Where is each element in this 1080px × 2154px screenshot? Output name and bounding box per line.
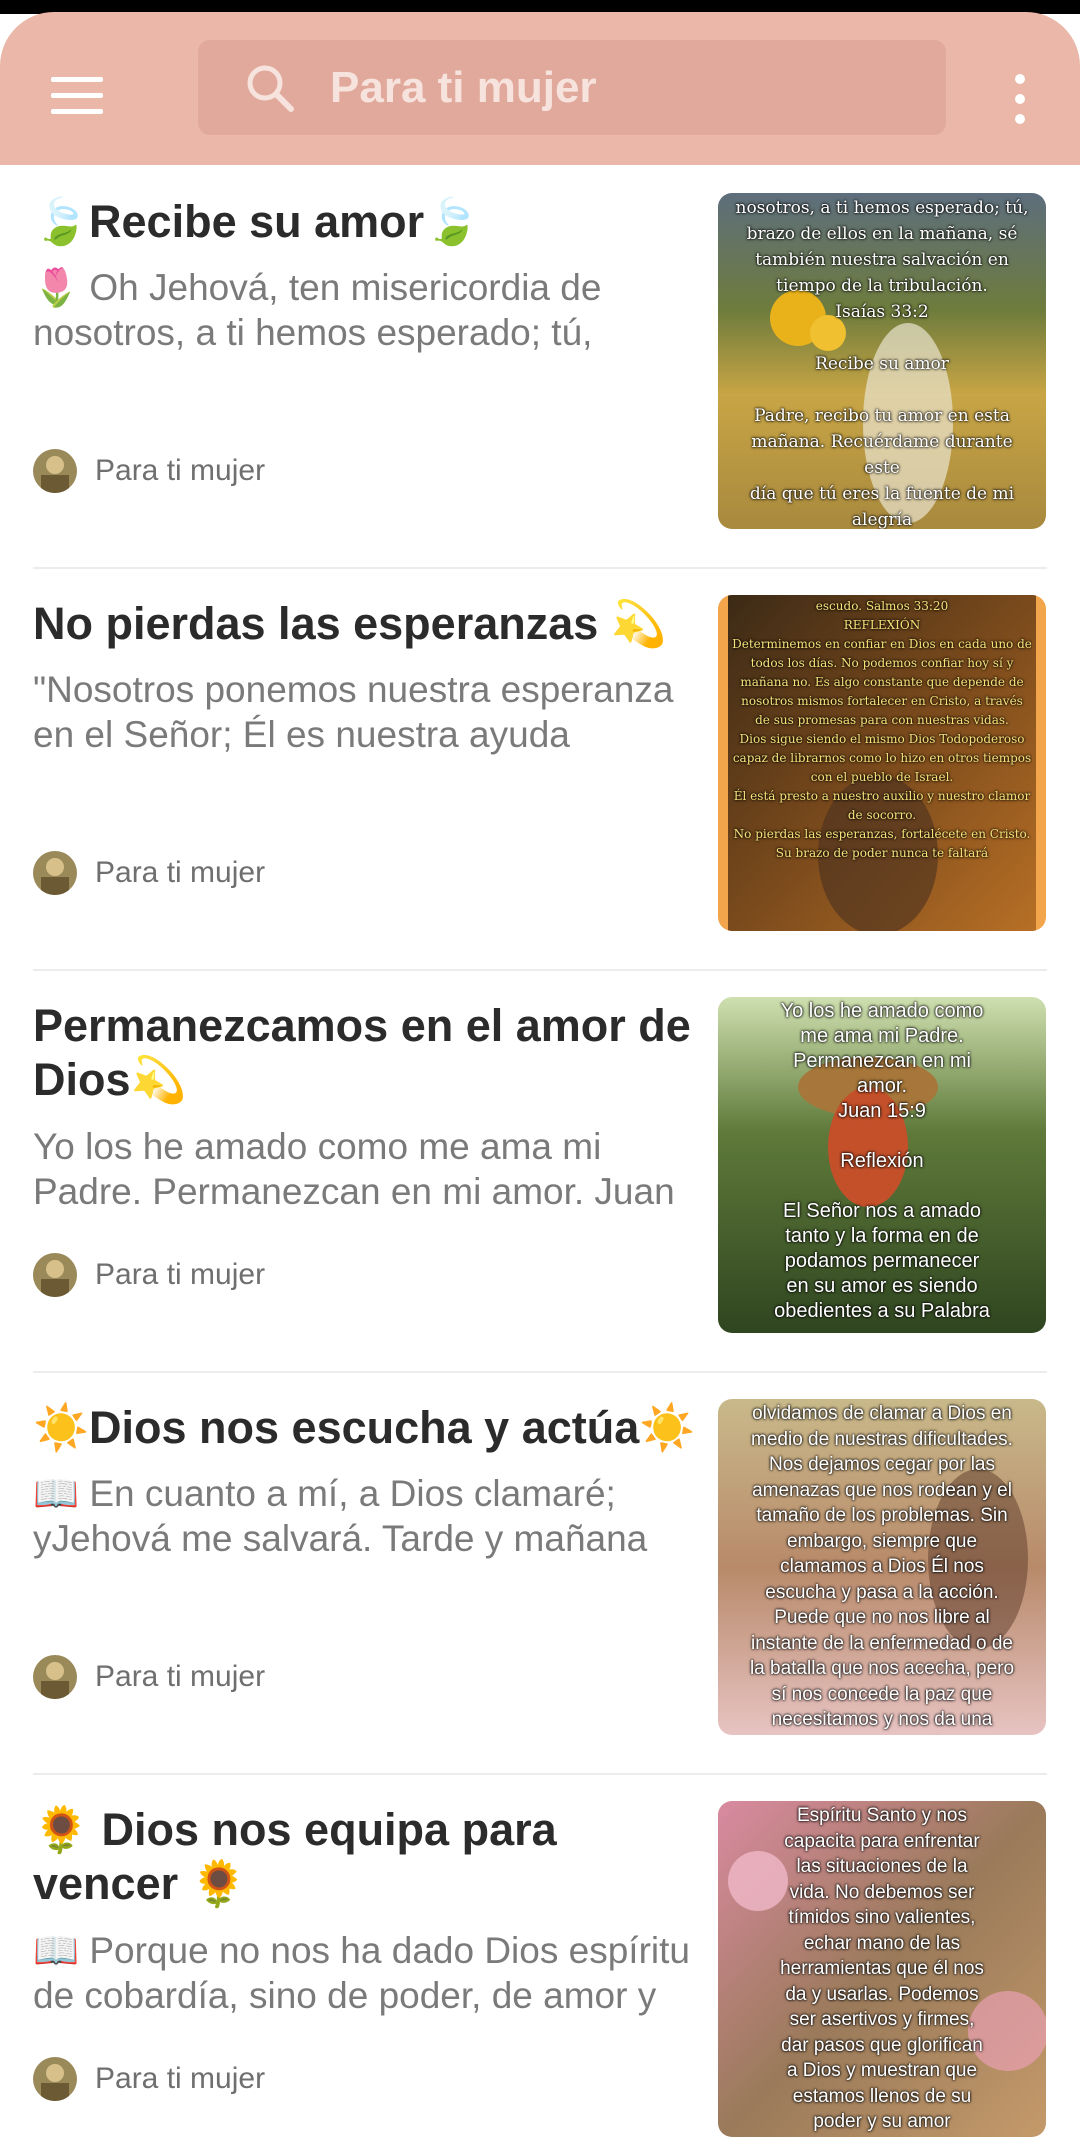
post-feed: 🍃Recibe su amor🍃 🌷 Oh Jehová, ten miseri… [0,165,1080,2154]
avatar [33,851,77,895]
hamburger-menu-icon[interactable] [40,60,114,130]
avatar [33,2057,77,2101]
post-title[interactable]: No pierdas las esperanzas 💫 [33,597,713,651]
post-title[interactable]: Permanezcamos en el amor de Dios💫 [33,999,713,1107]
author-name: Para ti mujer [95,856,266,889]
post-author[interactable]: Para ti mujer [33,448,265,494]
avatar [33,1655,77,1699]
post-thumbnail[interactable]: olvidamos de clamar a Dios en medio de n… [718,1399,1046,1735]
author-name: Para ti mujer [95,1660,266,1693]
avatar [33,1253,77,1297]
post-card[interactable]: 🍃Recibe su amor🍃 🌷 Oh Jehová, ten miseri… [0,165,1080,567]
post-card[interactable]: Permanezcamos en el amor de Dios💫 Yo los… [0,969,1080,1371]
post-author[interactable]: Para ti mujer [33,1654,265,1700]
post-thumbnail[interactable]: escudo. Salmos 33:20 REFLEXIÓN Determine… [718,595,1046,931]
post-snippet: "Nosotros ponemos nuestra esperanza en e… [33,669,674,755]
thumbnail-caption: Espíritu Santo y nos capacita para enfre… [780,1805,984,2132]
thumbnail-caption: Yo los he amado como me ama mi Padre. Pe… [774,1000,990,1322]
post-snippet: 📖 En cuanto a mí, a Dios clamaré; yJehov… [33,1473,648,1559]
post-card[interactable]: 🌻 Dios nos equipa para vencer 🌻 📖 Porque… [0,1773,1080,2154]
author-name: Para ti mujer [95,454,266,487]
post-thumbnail[interactable]: Yo los he amado como me ama mi Padre. Pe… [718,997,1046,1333]
app-bar: Para ti mujer [0,12,1080,165]
avatar [33,449,77,493]
search-icon [247,65,294,112]
more-options-icon[interactable] [996,64,1044,134]
post-title[interactable]: 🍃Recibe su amor🍃 [33,195,713,249]
post-author[interactable]: Para ti mujer [33,850,265,896]
post-author[interactable]: Para ti mujer [33,1252,265,1298]
post-thumbnail[interactable]: Espíritu Santo y nos capacita para enfre… [718,1801,1046,2137]
thumbnail-caption: escudo. Salmos 33:20 REFLEXIÓN Determine… [732,599,1032,860]
thumbnail-caption: olvidamos de clamar a Dios en medio de n… [749,1403,1015,1735]
author-name: Para ti mujer [95,2062,266,2095]
post-title[interactable]: ☀️Dios nos escucha y actúa☀️ [33,1401,713,1455]
author-name: Para ti mujer [95,1258,266,1291]
post-snippet: Yo los he amado como me ama mi Padre. Pe… [33,1126,675,1212]
search-placeholder: Para ti mujer [330,63,597,112]
post-author[interactable]: Para ti mujer [33,2056,265,2102]
search-bar[interactable]: Para ti mujer [198,40,946,135]
post-card[interactable]: ☀️Dios nos escucha y actúa☀️ 📖 En cuanto… [0,1371,1080,1773]
post-card[interactable]: No pierdas las esperanzas 💫 "Nosotros po… [0,567,1080,969]
thumbnail-caption: nosotros, a ti hemos esperado; tú, brazo… [735,198,1029,529]
post-snippet: 📖 Porque no nos ha dado Dios espíritu de… [33,1930,690,2016]
post-snippet: 🌷 Oh Jehová, ten misericordia de nosotro… [33,267,602,353]
post-title[interactable]: 🌻 Dios nos equipa para vencer 🌻 [33,1803,713,1911]
post-thumbnail[interactable]: nosotros, a ti hemos esperado; tú, brazo… [718,193,1046,529]
